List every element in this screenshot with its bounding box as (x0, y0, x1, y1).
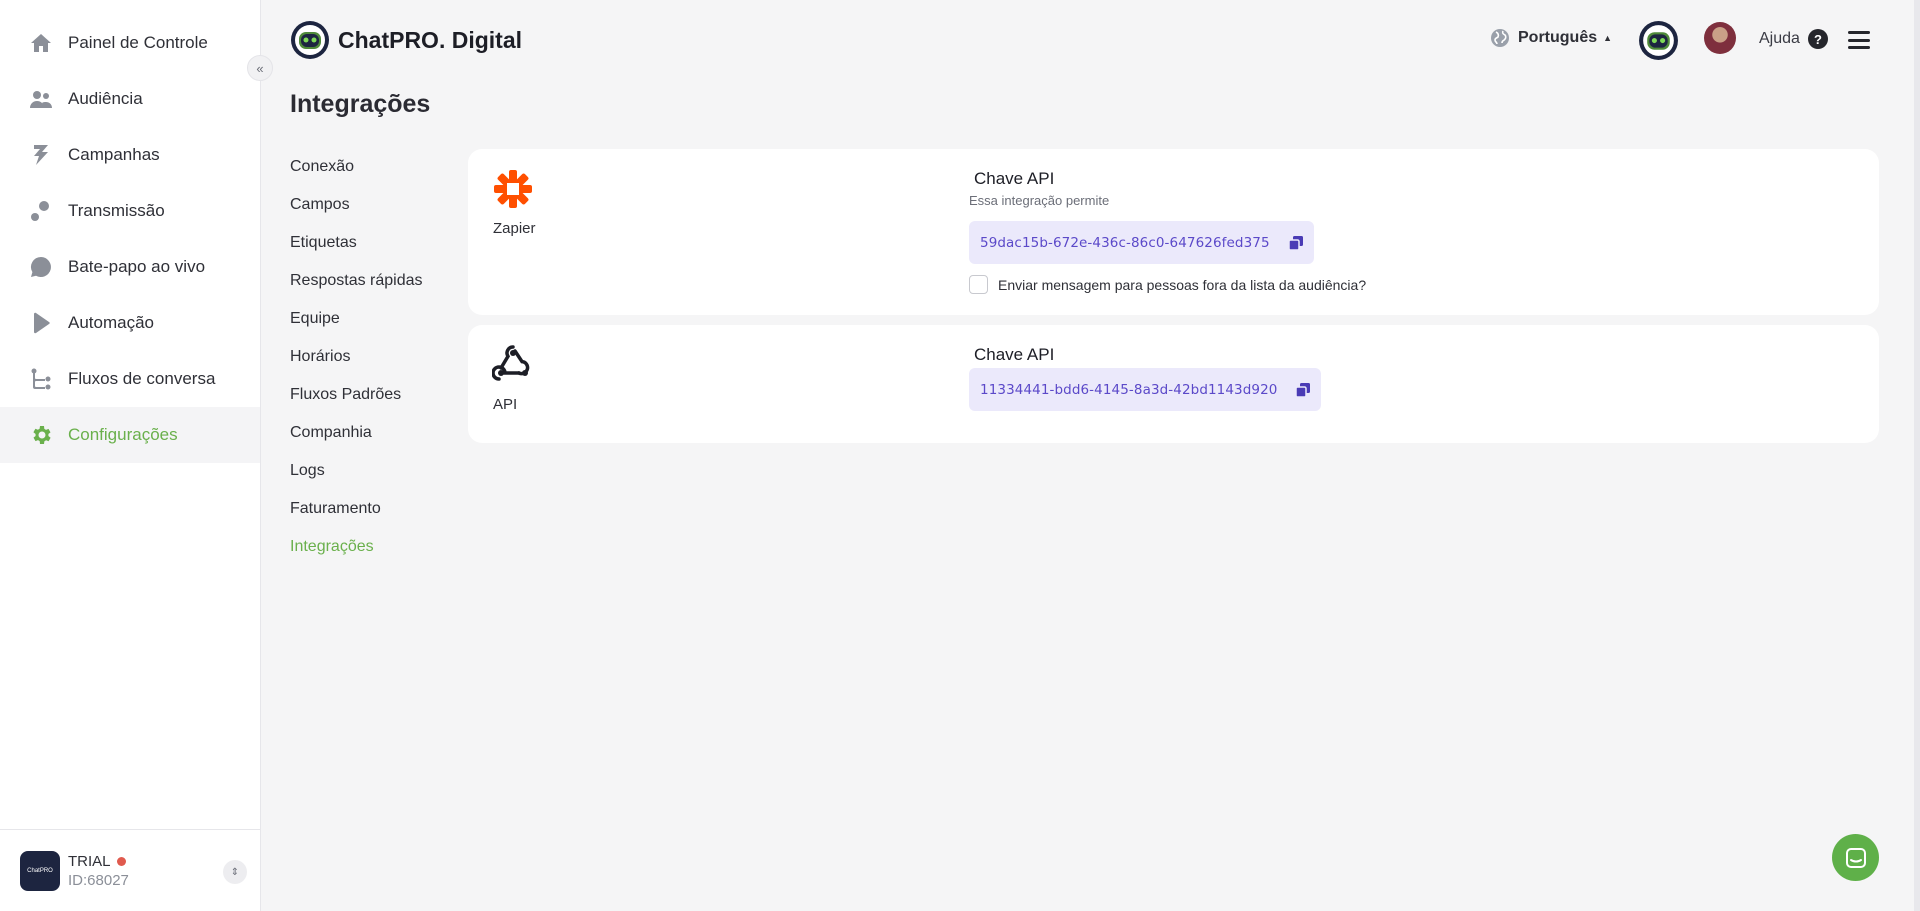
settings-nav-campos[interactable]: Campos (290, 196, 350, 214)
sidebar-item-transmissao[interactable]: Transmissão (0, 183, 260, 239)
campaign-icon (28, 142, 54, 168)
left-sidebar: Painel de Controle Audiência Campanhas T… (0, 0, 261, 911)
flow-icon (28, 366, 54, 392)
sidebar-item-bate-papo[interactable]: Bate-papo ao vivo (0, 239, 260, 295)
api-integration-card: API Chave API 11334441-bdd6-4145-8a3d-42… (468, 325, 1879, 443)
help-label: Ajuda (1759, 30, 1800, 47)
sidebar-item-label: Transmissão (68, 201, 165, 220)
settings-nav-respostas-rapidas[interactable]: Respostas rápidas (290, 272, 423, 290)
brand[interactable]: ChatPRO. Digital (290, 20, 522, 60)
user-avatar[interactable] (1704, 22, 1736, 54)
sidebar-item-automacao[interactable]: Automação (0, 295, 260, 351)
chatpro-bot-logo-icon (291, 21, 329, 59)
language-selector[interactable]: Português ▲ (1490, 28, 1612, 48)
settings-nav-faturamento[interactable]: Faturamento (290, 500, 381, 518)
outside-audience-checkbox[interactable] (969, 275, 988, 294)
gear-icon (28, 422, 54, 448)
webhook-icon (492, 345, 530, 381)
zapier-api-key: 59dac15b-672e-436c-86c0-647626fed375 (980, 234, 1270, 251)
sidebar-item-fluxos[interactable]: Fluxos de conversa (0, 351, 260, 407)
home-icon (28, 30, 54, 56)
users-icon (28, 86, 54, 112)
status-dot-icon (116, 856, 126, 866)
settings-nav-horarios[interactable]: Horários (290, 348, 350, 366)
sidebar-item-label: Bate-papo ao vivo (68, 257, 206, 276)
message-icon (1845, 847, 1866, 868)
sidebar-item-label: Fluxos de conversa (68, 369, 216, 388)
automation-icon (28, 310, 54, 336)
chat-icon (28, 254, 54, 280)
page-title: Integrações (290, 90, 431, 118)
sidebar-item-label: Painel de Controle (68, 33, 208, 52)
account-plan: TRIAL (68, 853, 129, 870)
sidebar-item-label: Campanhas (68, 145, 160, 164)
outside-audience-checkbox-row[interactable]: Enviar mensagem para pessoas fora da lis… (969, 275, 1366, 294)
copy-icon[interactable] (1295, 382, 1311, 398)
brand-name: ChatPRO. Digital (338, 26, 523, 53)
settings-nav-conexao[interactable]: Conexão (290, 158, 354, 176)
zapier-name: Zapier (493, 220, 536, 237)
collapse-sidebar-button[interactable]: « (247, 55, 273, 81)
account-logo: ChatPRO (20, 850, 60, 891)
hamburger-menu-icon[interactable] (1848, 31, 1870, 49)
settings-nav-fluxos-padroes[interactable]: Fluxos Padrões (290, 386, 401, 404)
help-link[interactable]: Ajuda ? (1759, 29, 1828, 49)
broadcast-icon (28, 198, 54, 224)
api-key-field[interactable]: 11334441-bdd6-4145-8a3d-42bd1143d920 (969, 368, 1322, 411)
zapier-api-key-field[interactable]: 59dac15b-672e-436c-86c0-647626fed375 (969, 221, 1314, 264)
settings-nav-companhia[interactable]: Companhia (290, 424, 372, 442)
settings-nav-etiquetas[interactable]: Etiquetas (290, 234, 357, 252)
question-icon: ? (1807, 29, 1828, 49)
settings-nav-integracoes[interactable]: Integrações (290, 538, 374, 556)
settings-nav-equipe[interactable]: Equipe (290, 310, 340, 328)
api-name: API (493, 396, 518, 413)
sidebar-item-audiencia[interactable]: Audiência (0, 71, 260, 127)
caret-down-icon: ▲ (1603, 33, 1613, 43)
zapier-key-title: Chave API (974, 169, 1055, 188)
copy-icon[interactable] (1287, 235, 1304, 251)
support-chat-button[interactable] (1832, 834, 1879, 881)
api-key-title: Chave API (974, 345, 1055, 364)
sidebar-item-campanhas[interactable]: Campanhas (0, 127, 260, 183)
sidebar-item-painel[interactable]: Painel de Controle (0, 15, 260, 71)
account-panel[interactable]: ChatPRO TRIAL ID:68027 ⇕ (0, 829, 260, 911)
globe-icon (1491, 29, 1509, 47)
sidebar-item-label: Automação (68, 313, 154, 332)
sidebar-item-label: Audiência (68, 89, 143, 108)
outside-audience-checkbox-label: Enviar mensagem para pessoas fora da lis… (998, 276, 1367, 293)
sidebar-item-label: Configurações (68, 425, 178, 444)
bot-profile-icon[interactable] (1638, 20, 1679, 61)
zapier-icon (494, 170, 532, 208)
sidebar-item-configuracoes[interactable]: Configurações (0, 407, 260, 463)
account-switch-icon[interactable]: ⇕ (223, 860, 247, 884)
page-scrollbar[interactable] (1914, 0, 1920, 911)
settings-nav-logs[interactable]: Logs (290, 462, 325, 480)
zapier-integration-card: Zapier Chave API Essa integração permite… (468, 149, 1879, 315)
language-label: Português (1518, 29, 1598, 46)
zapier-description: Essa integração permite (969, 193, 1110, 208)
account-id: ID:68027 (68, 871, 129, 889)
api-key-value: 11334441-bdd6-4145-8a3d-42bd1143d920 (980, 381, 1278, 398)
